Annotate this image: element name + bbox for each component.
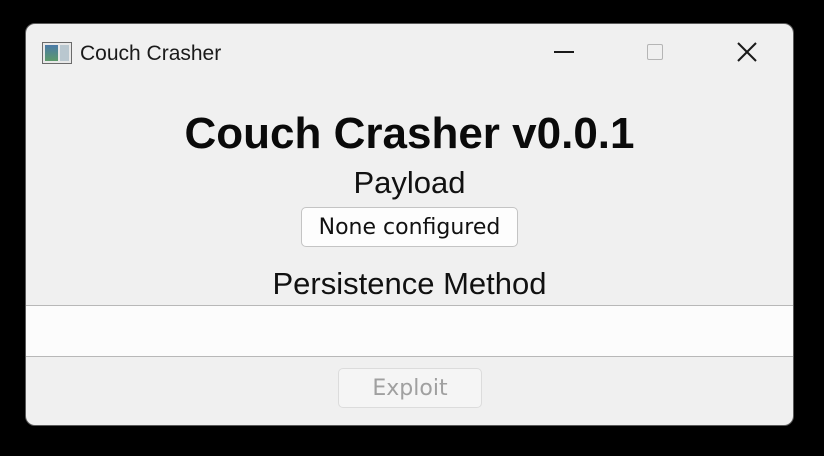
window-title: Couch Crasher <box>80 42 222 65</box>
title-bar[interactable]: Couch Crasher <box>26 24 793 84</box>
payload-label: Payload <box>353 165 466 200</box>
app-icon-pane <box>45 45 58 61</box>
close-button[interactable] <box>724 34 770 70</box>
persistence-method-list[interactable] <box>26 305 793 357</box>
payload-select-button[interactable]: None configured <box>301 207 518 247</box>
minimize-icon <box>554 51 574 53</box>
app-heading: Couch Crasher v0.0.1 <box>184 109 635 158</box>
app-window: Couch Crasher Couch Crasher v0.0.1 Paylo… <box>25 23 794 426</box>
close-icon <box>737 42 757 62</box>
app-window-icon <box>42 42 72 64</box>
maximize-icon <box>647 44 663 60</box>
exploit-button[interactable]: Exploit <box>338 368 482 408</box>
persistence-method-label: Persistence Method <box>272 266 547 301</box>
minimize-button[interactable] <box>541 34 587 70</box>
maximize-button[interactable] <box>632 34 678 70</box>
app-icon-side <box>60 45 69 61</box>
